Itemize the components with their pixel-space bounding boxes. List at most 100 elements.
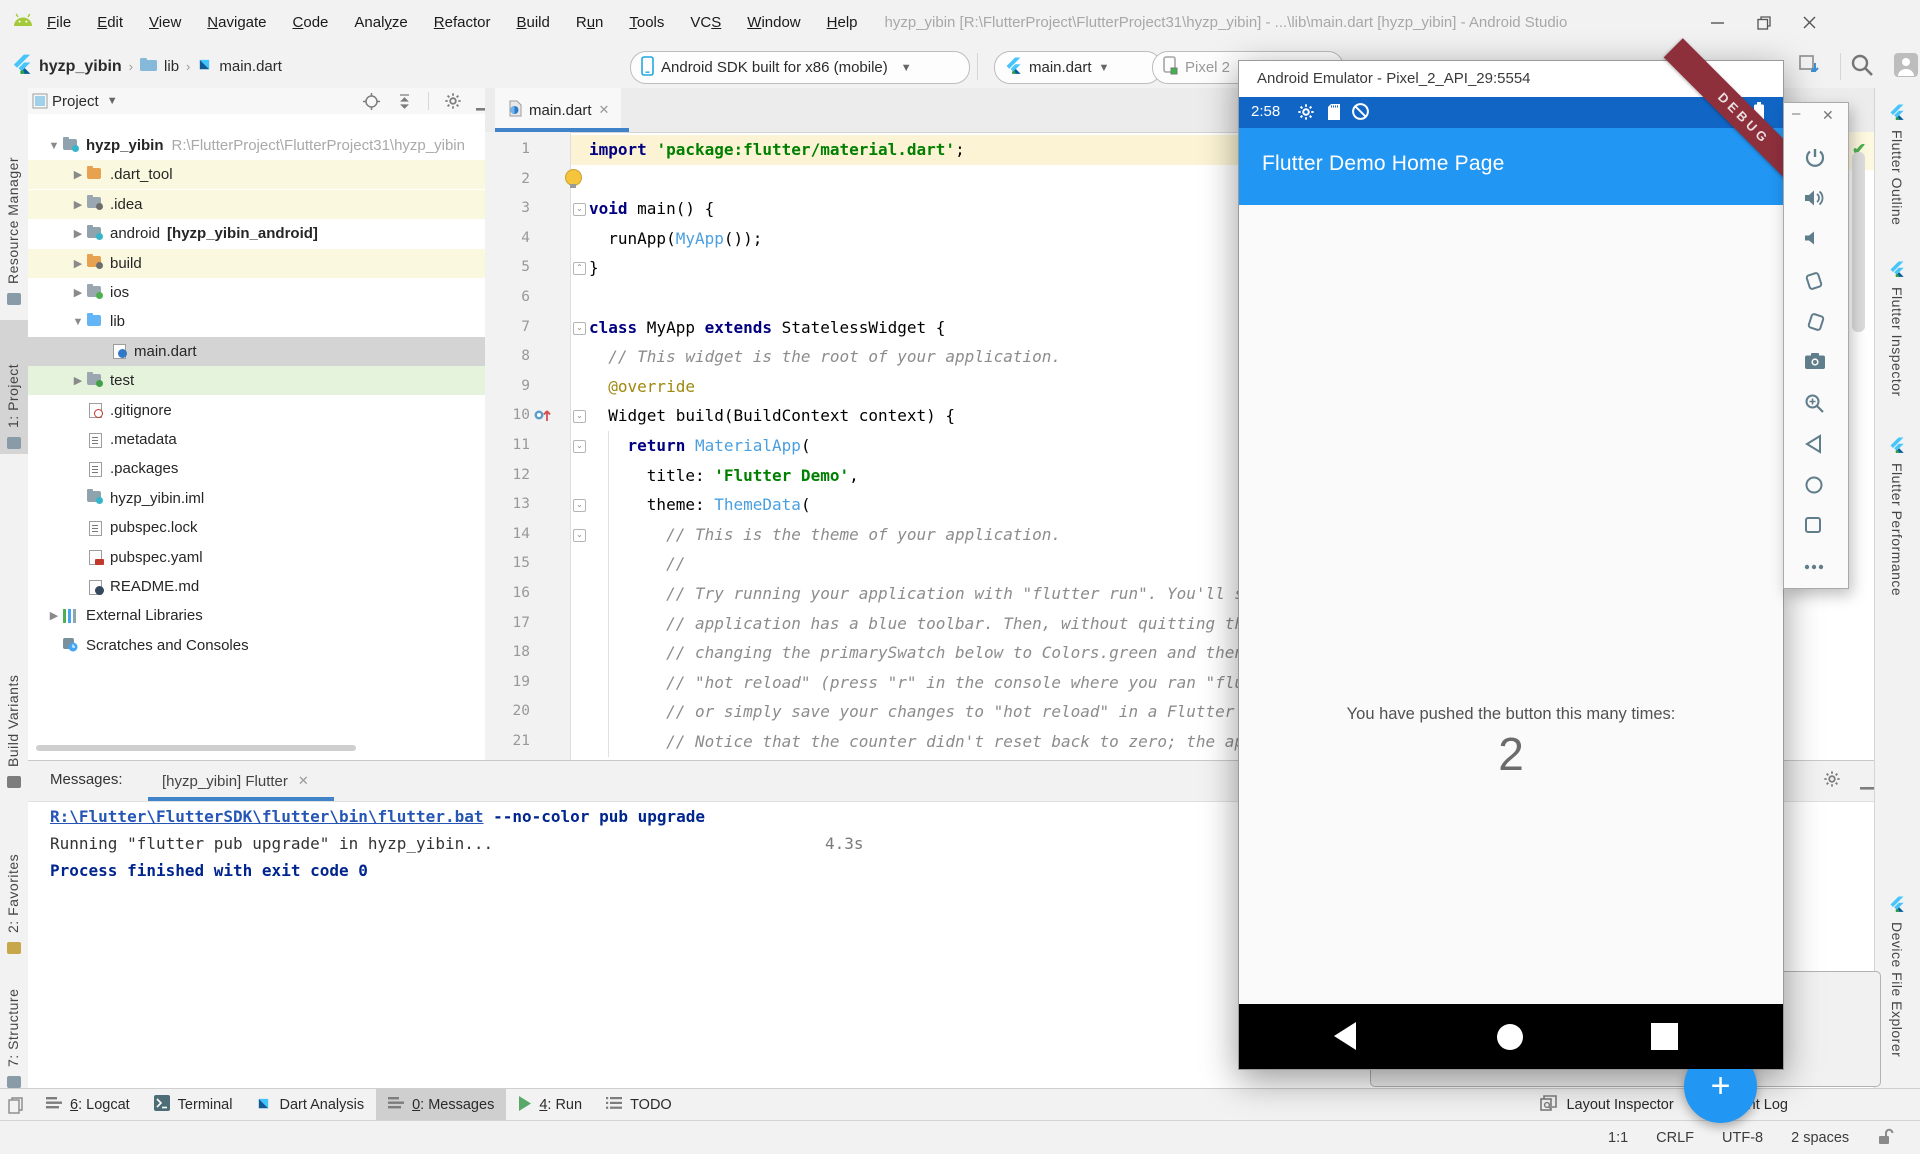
menu-tools[interactable]: Tools (629, 14, 664, 31)
tree-item-android[interactable]: ▶android[hyzp_yibin_android] (28, 219, 524, 248)
tree-item-main-dart[interactable]: main.dart (28, 337, 548, 366)
volume-down-icon[interactable] (1804, 229, 1828, 253)
volume-up-icon[interactable] (1804, 188, 1828, 212)
overview-icon[interactable] (1804, 516, 1828, 540)
menu-vcs[interactable]: VCS (690, 14, 721, 31)
tree-item--metadata[interactable]: .metadata (28, 425, 524, 454)
tool-button-todo[interactable]: TODO (594, 1089, 684, 1121)
tree-item-external-libraries[interactable]: ▶External Libraries (28, 601, 500, 630)
tree-chevron-icon[interactable]: ▶ (69, 374, 87, 387)
emulator-minimize-icon[interactable]: – (1792, 105, 1800, 122)
home-icon[interactable] (1804, 475, 1828, 499)
tree-item--packages[interactable]: .packages (28, 454, 524, 483)
nav-overview-button[interactable] (1651, 1023, 1678, 1055)
tab-close-icon[interactable]: ✕ (298, 773, 309, 789)
fold-marker-icon[interactable]: ⌄ (573, 499, 586, 512)
horizontal-scrollbar[interactable] (36, 745, 356, 751)
rotate-left-icon[interactable] (1804, 270, 1828, 294)
nav-home-button[interactable] (1496, 1023, 1524, 1056)
menu-edit[interactable]: Edit (97, 14, 123, 31)
fold-marker-icon[interactable]: ⌄ (573, 410, 586, 423)
menu-help[interactable]: Help (827, 14, 858, 31)
stripe-tab-resource-manager[interactable]: Resource Manager (5, 108, 21, 284)
window-maximize-button[interactable] (1741, 0, 1787, 45)
more-icon[interactable] (1804, 557, 1828, 581)
stripe-tab-flutter-outline[interactable]: Flutter Outline (1889, 130, 1905, 225)
status-item[interactable]: 2 spaces (1791, 1130, 1849, 1146)
window-minimize-button[interactable] (1695, 0, 1741, 45)
tool-button-terminal[interactable]: Terminal (142, 1089, 245, 1121)
tree-item--dart-tool[interactable]: ▶.dart_tool (28, 160, 524, 189)
emulator-close-icon[interactable]: ✕ (1822, 107, 1834, 124)
hide-panel-icon[interactable] (1860, 778, 1874, 796)
menu-refactor[interactable]: Refactor (434, 14, 491, 31)
tree-item-scratches-and-consoles[interactable]: Scratches and Consoles (28, 631, 500, 660)
stripe-tab--project[interactable]: 1: Project (5, 328, 21, 428)
device-selector-dropdown[interactable]: Android SDK built for x86 (mobile) ▼ (630, 51, 970, 84)
stripe-tab--favorites[interactable]: 2: Favorites (5, 823, 21, 933)
tab-close-icon[interactable]: ✕ (599, 102, 610, 118)
tree-item-pubspec-yaml[interactable]: pubspec.yaml (28, 543, 524, 572)
tool-button-4-run[interactable]: 4: Run (506, 1089, 594, 1121)
tree-chevron-icon[interactable]: ▶ (69, 257, 87, 270)
stripe-tab-device-file-explorer[interactable]: Device File Explorer (1889, 922, 1905, 1057)
tree-chevron-icon[interactable]: ▶ (69, 227, 87, 240)
editor-scrollbar[interactable] (1852, 152, 1865, 332)
rotate-right-icon[interactable] (1804, 311, 1828, 335)
fold-marker-icon[interactable]: ⌄ (573, 322, 586, 335)
tree-item-ios[interactable]: ▶ios (28, 278, 524, 307)
screenshot-camera-icon[interactable] (1804, 352, 1828, 376)
nav-back-button[interactable] (1332, 1021, 1358, 1056)
project-panel-title[interactable]: Project (52, 93, 99, 110)
messages-flutter-tab[interactable]: [hyzp_yibin] Flutter ✕ (148, 761, 323, 801)
tree-item--gitignore[interactable]: .gitignore (28, 396, 524, 425)
console-file-link[interactable]: R:\Flutter\FlutterSDK\flutter\bin\flutte… (50, 807, 483, 826)
tree-item-lib[interactable]: ▼lib (28, 307, 524, 336)
menu-window[interactable]: Window (747, 14, 800, 31)
power-icon[interactable] (1804, 147, 1828, 171)
status-item[interactable]: CRLF (1656, 1130, 1694, 1146)
overriding-method-icon[interactable] (533, 407, 553, 426)
breadcrumb-item[interactable]: hyzp_yibin (39, 58, 122, 76)
zoom-icon[interactable] (1804, 393, 1828, 417)
gear-icon[interactable] (444, 92, 462, 115)
collapse-all-icon[interactable] (396, 93, 413, 115)
run-config-dropdown[interactable]: main.dart ▼ (994, 51, 1162, 84)
stripe-tab--structure[interactable]: 7: Structure (5, 967, 21, 1067)
sdk-manager-icon[interactable] (1798, 54, 1821, 82)
tool-button-layout-inspector[interactable]: Layout Inspector (1528, 1089, 1685, 1121)
profile-avatar-icon[interactable] (1893, 52, 1919, 83)
breadcrumb-item[interactable]: lib (164, 58, 179, 75)
tree-chevron-icon[interactable]: ▼ (45, 140, 63, 152)
tree-item-readme-md[interactable]: README.md (28, 572, 524, 601)
menu-build[interactable]: Build (516, 14, 549, 31)
status-item[interactable]: UTF-8 (1722, 1130, 1763, 1146)
breadcrumb-item[interactable]: main.dart (219, 58, 282, 75)
tree-chevron-icon[interactable]: ▶ (69, 168, 87, 181)
stripe-tab-flutter-inspector[interactable]: Flutter Inspector (1889, 287, 1905, 397)
menu-analyze[interactable]: Analyze (354, 14, 407, 31)
locate-file-icon[interactable] (363, 93, 380, 115)
tree-item-hyzp-yibin-iml[interactable]: hyzp_yibin.iml (28, 484, 524, 513)
tree-item-pubspec-lock[interactable]: pubspec.lock (28, 513, 524, 542)
tree-chevron-icon[interactable]: ▶ (69, 286, 87, 299)
tree-item-build[interactable]: ▶build (28, 249, 524, 278)
fold-marker-icon[interactable]: ⌄ (573, 203, 586, 216)
menu-file[interactable]: File (47, 14, 71, 31)
fold-marker-icon[interactable]: ⌄ (573, 440, 586, 453)
tree-chevron-icon[interactable]: ▶ (45, 609, 63, 622)
status-item[interactable]: 1:1 (1608, 1130, 1628, 1146)
tool-button-0-messages[interactable]: 0: Messages (376, 1089, 506, 1121)
restore-windows-icon[interactable] (8, 1097, 25, 1119)
stripe-tab-build-variants[interactable]: Build Variants (5, 649, 21, 767)
menu-code[interactable]: Code (293, 14, 329, 31)
stripe-tab-flutter-performance[interactable]: Flutter Performance (1889, 463, 1905, 596)
fold-end-marker-icon[interactable]: ⌃ (573, 262, 586, 275)
tree-item-hyzp-yibin[interactable]: ▼hyzp_yibinR:\FlutterProject\FlutterProj… (28, 131, 500, 160)
tool-button-6-logcat[interactable]: 6: Logcat (34, 1089, 142, 1121)
tree-item-test[interactable]: ▶test (28, 366, 524, 395)
back-icon[interactable] (1804, 434, 1828, 458)
editor-tab-main-dart[interactable]: main.dart ✕ (495, 88, 621, 132)
intention-bulb-icon[interactable] (565, 169, 582, 186)
unlock-icon[interactable] (1877, 1128, 1894, 1149)
